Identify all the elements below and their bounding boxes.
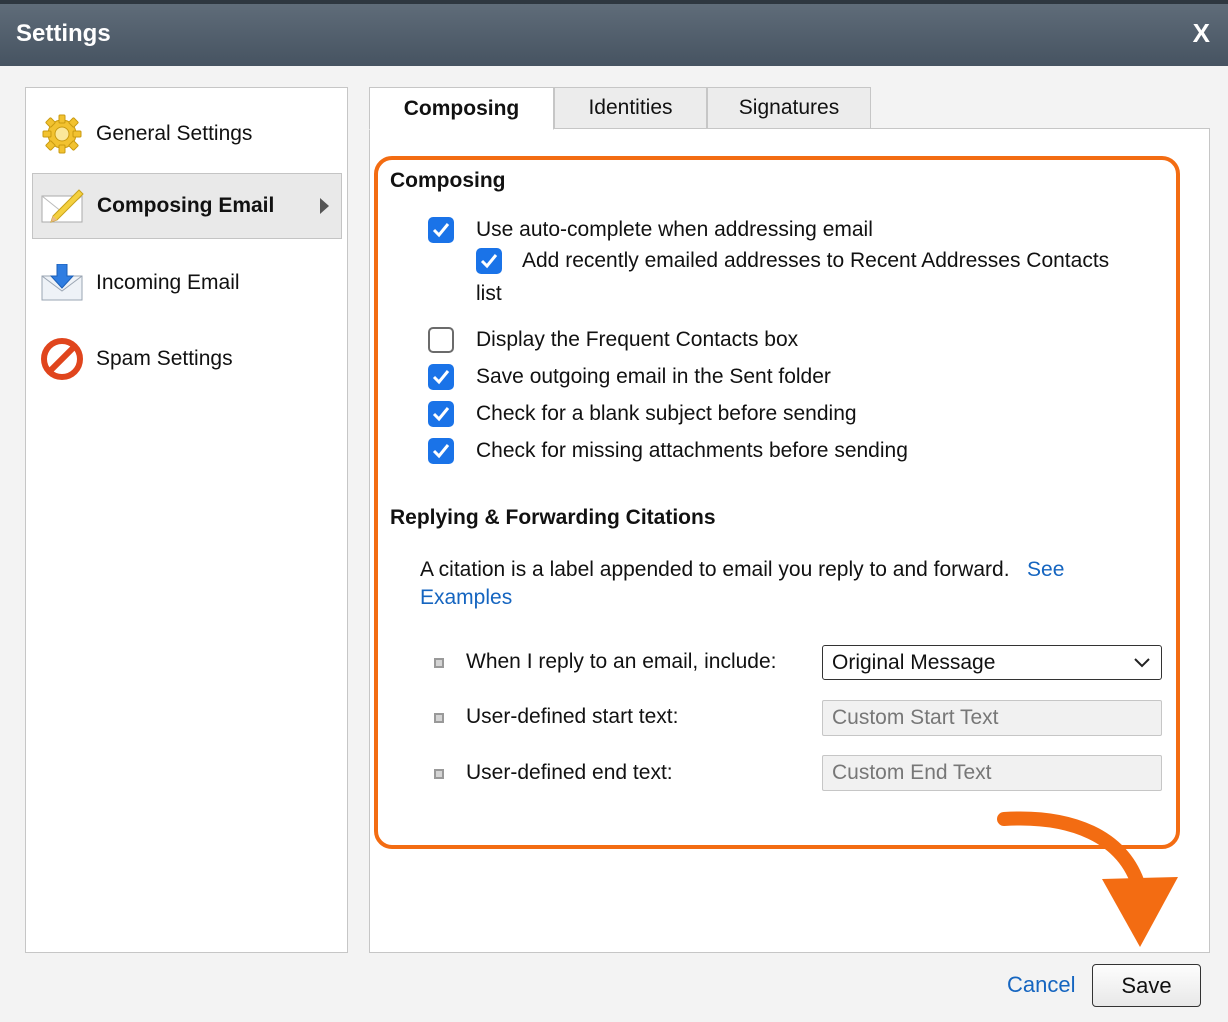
sidebar-item-incoming-email[interactable]: Incoming Email bbox=[32, 250, 342, 316]
citations-description: A citation is a label appended to email … bbox=[420, 556, 1160, 584]
option-label: Check for missing attachments before sen… bbox=[476, 439, 908, 462]
option-blank-subject: Check for a blank subject before sending bbox=[428, 401, 857, 427]
gear-icon bbox=[40, 112, 84, 156]
option-label: Use auto-complete when addressing email bbox=[476, 218, 873, 241]
reply-include-label: When I reply to an email, include: bbox=[466, 650, 777, 673]
option-label-continued: list bbox=[476, 282, 502, 305]
option-label: Save outgoing email in the Sent folder bbox=[476, 365, 831, 388]
bullet-icon bbox=[434, 769, 444, 779]
see-examples-link-part2[interactable]: Examples bbox=[420, 584, 512, 612]
checkbox-save-sent[interactable] bbox=[428, 364, 454, 390]
bullet-icon bbox=[434, 658, 444, 668]
sidebar-item-label: General Settings bbox=[96, 122, 253, 145]
checkbox-recent-addresses[interactable] bbox=[476, 248, 502, 274]
chevron-down-icon bbox=[1133, 653, 1151, 677]
sidebar-item-spam-settings[interactable]: Spam Settings bbox=[32, 326, 342, 392]
option-label: Display the Frequent Contacts box bbox=[476, 328, 799, 351]
save-button[interactable]: Save bbox=[1092, 964, 1201, 1007]
sidebar-item-composing-email[interactable]: Composing Email bbox=[32, 173, 342, 239]
sidebar-item-label: Incoming Email bbox=[96, 271, 240, 294]
checkbox-blank-subject[interactable] bbox=[428, 401, 454, 427]
checkbox-auto-complete[interactable] bbox=[428, 217, 454, 243]
chevron-right-icon bbox=[320, 198, 329, 214]
sidebar-item-label: Spam Settings bbox=[96, 347, 233, 370]
end-text-input[interactable] bbox=[822, 755, 1162, 791]
see-examples-link-part1[interactable]: See bbox=[1027, 558, 1064, 581]
envelope-pencil-icon bbox=[41, 184, 85, 228]
bullet-icon bbox=[434, 713, 444, 723]
tab-identities[interactable]: Identities bbox=[554, 87, 707, 129]
close-button[interactable]: X bbox=[1193, 18, 1210, 49]
incoming-mail-icon bbox=[40, 261, 84, 305]
no-entry-icon bbox=[40, 337, 84, 381]
citation-description-text: A citation is a label appended to email … bbox=[420, 558, 1010, 581]
option-recent-addresses: Add recently emailed addresses to Recent… bbox=[476, 248, 1109, 274]
option-save-sent: Save outgoing email in the Sent folder bbox=[428, 364, 831, 390]
checkbox-frequent-contacts[interactable] bbox=[428, 327, 454, 353]
option-missing-attachments: Check for missing attachments before sen… bbox=[428, 438, 908, 464]
option-label: Check for a blank subject before sending bbox=[476, 402, 857, 425]
reply-include-select[interactable]: Original Message bbox=[822, 645, 1162, 680]
start-text-input[interactable] bbox=[822, 700, 1162, 736]
cancel-button[interactable]: Cancel bbox=[1007, 972, 1075, 998]
section-title-citations: Replying & Forwarding Citations bbox=[390, 506, 716, 529]
reply-include-value: Original Message bbox=[832, 650, 996, 674]
section-title-composing: Composing bbox=[390, 169, 506, 192]
sidebar-item-general-settings[interactable]: General Settings bbox=[32, 101, 342, 167]
option-auto-complete: Use auto-complete when addressing email bbox=[428, 217, 873, 243]
option-frequent-contacts: Display the Frequent Contacts box bbox=[428, 327, 798, 353]
tab-composing[interactable]: Composing bbox=[369, 87, 554, 130]
tab-signatures[interactable]: Signatures bbox=[707, 87, 871, 129]
window-title: Settings bbox=[16, 20, 111, 47]
option-label: Add recently emailed addresses to Recent… bbox=[522, 249, 1110, 272]
start-text-label: User-defined start text: bbox=[466, 705, 679, 728]
checkbox-missing-attachments[interactable] bbox=[428, 438, 454, 464]
sidebar-item-label: Composing Email bbox=[97, 194, 275, 217]
end-text-label: User-defined end text: bbox=[466, 761, 673, 784]
settings-sidebar: General Settings Composing Email Incomin… bbox=[25, 87, 348, 953]
title-bar: Settings X bbox=[0, 0, 1228, 66]
